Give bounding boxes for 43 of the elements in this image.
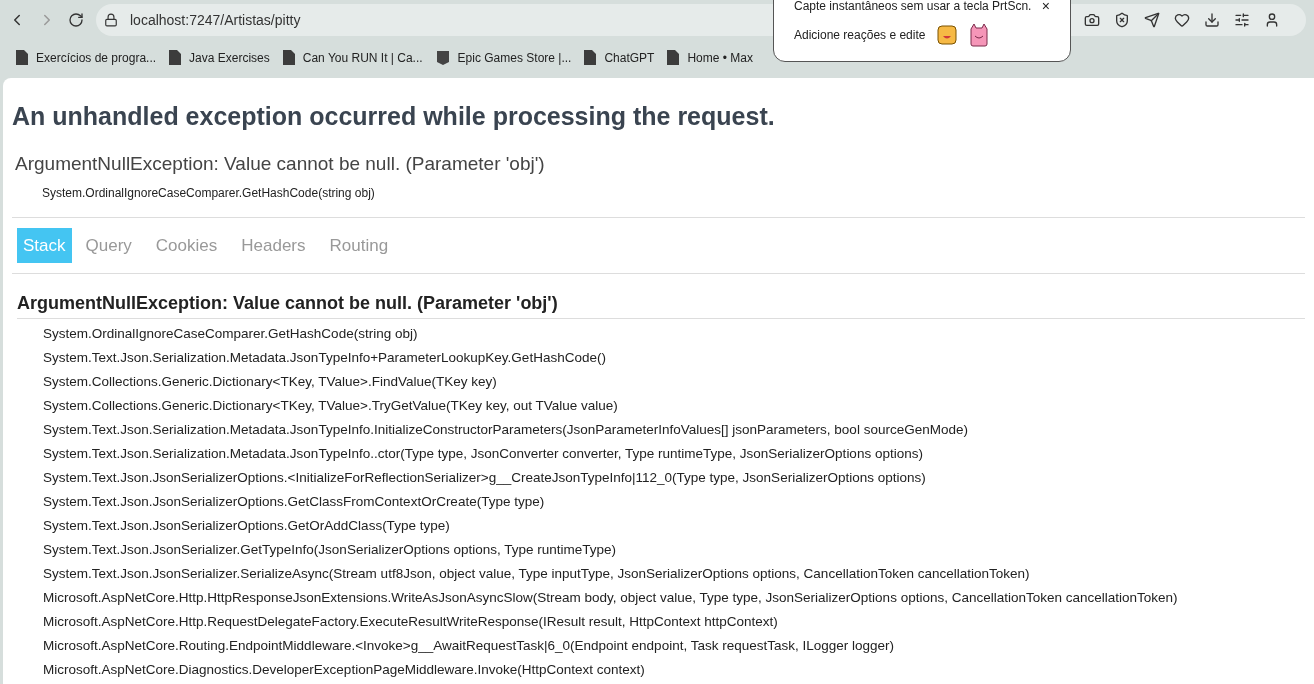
stack-frame: System.Text.Json.Serialization.Metadata.JsonTypeInfo.InitializeConstructorParameters(JsonParameterInfoValues[] jsonParameters, bool sourceGenMode) — [43, 418, 968, 442]
document-icon — [667, 50, 680, 65]
document-icon — [169, 50, 182, 65]
bookmark[interactable]: Exercícios de progra... — [16, 48, 157, 67]
bookmark[interactable]: ChatGPT — [584, 48, 655, 67]
stack-frame: Microsoft.AspNetCore.Diagnostics.DeveloperExceptionPageMiddleware.Invoke(HttpContext context) — [43, 658, 645, 682]
bookmark[interactable]: Can You RUN It | Ca... — [282, 48, 423, 67]
cat-sticker-icon — [969, 23, 990, 47]
stack-frame: System.OrdinalIgnoreCaseComparer.GetHashCode(string obj) — [43, 322, 418, 346]
stack-frame: System.Text.Json.Serialization.Metadata.JsonTypeInfo+ParameterLookupKey.GetHashCode() — [43, 346, 606, 370]
smiley-sticker-icon — [937, 25, 958, 45]
sliders-icon[interactable] — [1234, 12, 1250, 28]
page-title: An unhandled exception occurred while processing the request. — [12, 101, 776, 132]
bookmark[interactable]: Home • Max — [667, 48, 753, 67]
exception-location: System.OrdinalIgnoreCaseComparer.GetHashCode(string obj) — [42, 185, 376, 202]
stack-frame: System.Text.Json.Serialization.Metadata.JsonTypeInfo..ctor(Type type, JsonConverter converter, Type runtimeType, JsonSerializerOptions options) — [43, 442, 923, 466]
stack-title: ArgumentNullException: Value cannot be null. (Parameter 'obj') — [17, 290, 1305, 319]
stack-frame: Microsoft.AspNetCore.Routing.EndpointMiddleware.<Invoke>g__AwaitRequestTask|6_0(Endpoint endpoint, Task requestTask, ILogger logger) — [43, 634, 894, 658]
document-icon — [584, 50, 597, 65]
reload-icon[interactable] — [68, 12, 84, 28]
bookmark[interactable]: Epic Games Store |... — [435, 48, 572, 67]
camera-icon[interactable] — [1084, 12, 1100, 28]
stack-frame: System.Text.Json.JsonSerializerOptions.<InitializeForReflectionSerializer>g__CreateJsonTypeInfo|112_0(Type type, JsonSerializerOptions options) — [43, 466, 926, 490]
bookmark[interactable]: Java Exercises — [169, 48, 270, 67]
stack-frame: System.Collections.Generic.Dictionary<TKey, TValue>.TryGetValue(TKey key, out TValue value) — [43, 394, 618, 418]
heart-icon[interactable] — [1174, 12, 1190, 28]
stack-frame: System.Collections.Generic.Dictionary<TKey, TValue>.FindValue(TKey key) — [43, 370, 497, 394]
url-text: localhost:7247/Artistas/pitty — [130, 10, 301, 30]
lock-icon — [104, 13, 118, 27]
stack-frame: Microsoft.AspNetCore.Http.HttpResponseJsonExtensions.WriteAsJsonAsyncSlow(Stream body, object value, Type type, JsonSerializerOptions options, CancellationToken cancellationToken) — [43, 586, 1178, 610]
shield-icon[interactable] — [1114, 12, 1130, 28]
document-icon — [16, 50, 28, 65]
stack-frame: System.Text.Json.JsonSerializerOptions.GetClassFromContextOrCreate(Type type) — [43, 490, 545, 514]
document-icon — [282, 50, 295, 65]
stack-frame: Microsoft.AspNetCore.Http.RequestDelegateFactory.ExecuteResultWriteResponse(IResult result, HttpContext httpContext) — [43, 610, 778, 634]
stack-frame: System.Text.Json.JsonSerializerOptions.GetOrAddClass(Type type) — [43, 514, 450, 538]
shield-logo-icon — [435, 49, 450, 66]
profile-icon[interactable] — [1264, 12, 1280, 28]
exception-message: ArgumentNullException: Value cannot be null. (Parameter 'obj') — [15, 151, 546, 176]
stack-frame: System.Text.Json.JsonSerializer.GetTypeInfo(JsonSerializerOptions options, Type runtimeType) — [43, 538, 616, 562]
send-icon[interactable] — [1144, 12, 1160, 28]
stack-frame: System.Text.Json.JsonSerializer.SerializeAsync(Stream utf8Json, object value, Type inputType, JsonSerializerOptions options, CancellationToken cancellationToken) — [43, 562, 1030, 586]
download-icon[interactable] — [1204, 12, 1220, 28]
